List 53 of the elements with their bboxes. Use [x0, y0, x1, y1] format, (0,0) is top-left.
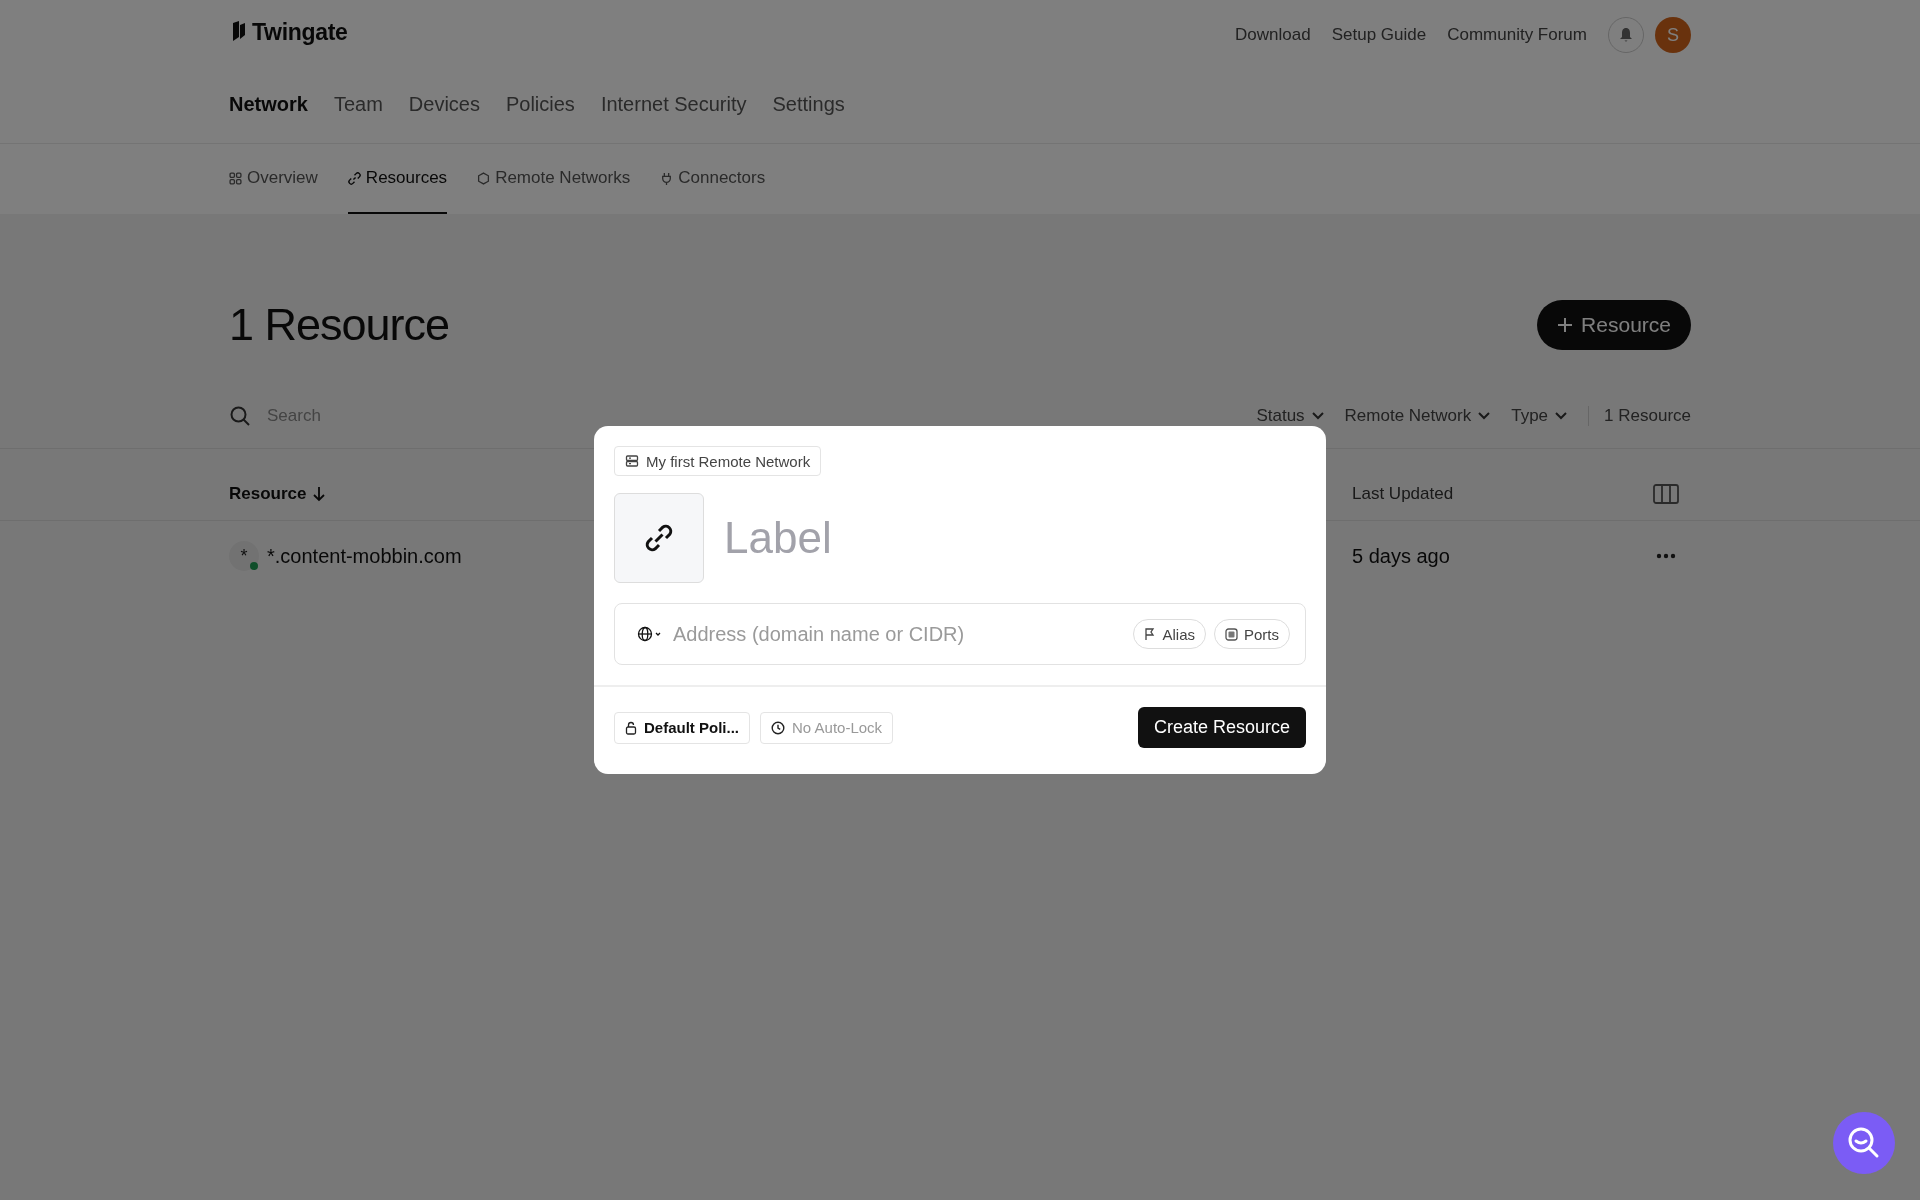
resource-name[interactable]: *.content-mobbin.com — [267, 544, 462, 568]
chevron-down-icon — [1310, 411, 1325, 421]
main-nav-tab[interactable]: Network — [229, 93, 308, 116]
hexagon-icon — [477, 171, 491, 185]
flag-icon — [1144, 627, 1157, 641]
page-title: 1 Resource — [229, 299, 450, 351]
search-icon — [229, 405, 251, 427]
user-avatar[interactable]: S — [1655, 17, 1691, 53]
link-icon — [644, 523, 674, 553]
chevron-down-icon — [1554, 411, 1569, 421]
address-field[interactable]: Address (domain name or CIDR) Alias Ports — [614, 603, 1306, 665]
main-nav-tab[interactable]: Team — [333, 93, 383, 116]
address-option-chip[interactable]: Alias — [1133, 619, 1206, 649]
filter-dropdown[interactable]: Remote Network — [1344, 406, 1492, 426]
lock-icon — [625, 720, 637, 735]
table-cell-text: 5 days ago — [1352, 544, 1451, 568]
auto-lock-button[interactable]: No Auto-Lock — [760, 711, 894, 744]
main-nav-tab[interactable]: Devices — [408, 93, 480, 116]
create-resource-button[interactable]: Create Resource — [1137, 707, 1306, 748]
policy-button[interactable]: Default Poli... — [614, 711, 750, 744]
filter-dropdown[interactable]: Status — [1256, 406, 1325, 426]
sub-nav-tab[interactable]: Remote Networks — [477, 144, 631, 214]
resource-icon-picker[interactable] — [614, 493, 704, 583]
column-header[interactable]: Resource — [229, 483, 1352, 504]
notifications-button[interactable] — [1608, 17, 1644, 53]
server-icon — [625, 454, 639, 468]
columns-icon[interactable] — [1653, 483, 1679, 504]
remote-network-chip[interactable]: My first Remote Network — [614, 446, 822, 476]
resource-icon: * — [229, 541, 259, 571]
main-nav-tab[interactable]: Policies — [505, 93, 575, 116]
resource-count: 1 Resource — [1588, 406, 1691, 426]
brand-name: Twingate — [252, 18, 348, 46]
plus-icon — [1557, 317, 1574, 333]
sub-nav-tab[interactable]: Resources — [347, 144, 448, 214]
header-link[interactable]: Setup Guide — [1331, 25, 1427, 45]
clock-icon — [771, 720, 785, 735]
address-option-chip[interactable]: Ports — [1214, 619, 1290, 649]
link-icon — [347, 171, 361, 185]
header-link[interactable]: Download — [1235, 25, 1311, 45]
add-resource-button[interactable]: Resource — [1537, 300, 1691, 350]
header-link[interactable]: Community Forum — [1447, 25, 1587, 45]
main-nav-tab[interactable]: Settings — [772, 93, 845, 116]
plug-icon — [660, 171, 674, 185]
main-nav-tab[interactable]: Internet Security — [600, 93, 747, 116]
grid-icon — [229, 171, 242, 185]
square-icon — [1225, 627, 1238, 641]
column-header[interactable]: Last Updated — [1352, 483, 1653, 504]
globe-icon[interactable] — [637, 626, 663, 642]
more-icon[interactable] — [1656, 553, 1676, 559]
sub-nav-tab[interactable]: Overview — [229, 144, 318, 214]
chevron-down-icon — [1477, 411, 1492, 421]
filter-dropdown[interactable]: Type — [1511, 406, 1569, 426]
sub-nav-tab[interactable]: Connectors — [660, 144, 766, 214]
